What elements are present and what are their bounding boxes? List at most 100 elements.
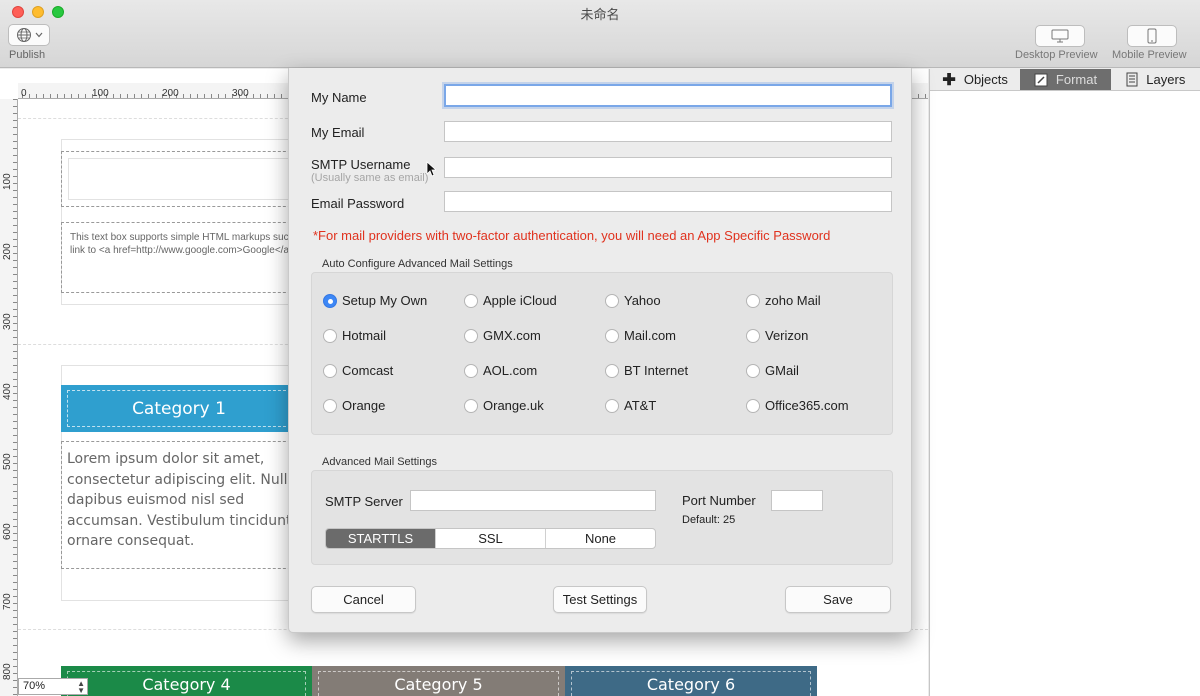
radio-icon xyxy=(605,328,619,343)
tab-label: Layers xyxy=(1146,72,1186,87)
lorem-line: ornare consequat. xyxy=(67,533,195,549)
radio-bt-internet[interactable]: BT Internet xyxy=(605,363,688,378)
publish-button[interactable] xyxy=(8,24,50,46)
radio-label: AT&T xyxy=(624,398,657,413)
radio-icon xyxy=(323,363,337,378)
ruler-tick-label: 600 xyxy=(2,523,13,540)
lorem-line: consectetur adipiscing elit. Nullam xyxy=(67,471,292,488)
cancel-button[interactable]: Cancel xyxy=(311,586,416,613)
my-name-label: My Name xyxy=(311,90,367,105)
tab-format[interactable]: Format xyxy=(1020,69,1111,90)
port-number-input[interactable] xyxy=(771,490,823,511)
security-segmented-control: STARTTLS SSL None xyxy=(325,528,656,549)
radio-label: Hotmail xyxy=(342,328,387,343)
radio-att[interactable]: AT&T xyxy=(605,398,656,413)
brush-icon xyxy=(1034,73,1048,86)
radio-comcast[interactable]: Comcast xyxy=(323,363,393,378)
radio-icon xyxy=(464,328,478,343)
mouse-pointer-icon xyxy=(426,161,436,177)
my-email-input[interactable] xyxy=(444,121,892,142)
radio-icon xyxy=(464,293,478,308)
radio-label: Orange xyxy=(342,398,386,413)
smtp-username-input[interactable] xyxy=(444,157,892,178)
zoom-value: 70% xyxy=(23,680,46,692)
ruler-tick-label: 300 xyxy=(232,88,249,99)
stepper-arrows-icon: ▲ ▼ xyxy=(77,679,85,695)
desktop-preview-button[interactable] xyxy=(1035,25,1085,47)
radio-icon xyxy=(464,363,478,378)
plus-icon: ✚ xyxy=(942,71,956,89)
ruler-tick-label: 100 xyxy=(2,173,13,190)
header-inner-box[interactable] xyxy=(68,158,293,200)
radio-zoho-mail[interactable]: zoho Mail xyxy=(746,293,821,308)
smtp-server-label: SMTP Server xyxy=(325,494,403,509)
radio-label: Verizon xyxy=(765,328,809,343)
category-4-title: Category 4 xyxy=(67,671,306,696)
advanced-group xyxy=(311,470,893,565)
smtp-server-input[interactable] xyxy=(410,490,656,511)
segment-ssl[interactable]: SSL xyxy=(435,529,545,548)
category-6-banner[interactable]: Category 6 xyxy=(565,666,817,696)
radio-label: BT Internet xyxy=(624,363,689,378)
radio-label: Setup My Own xyxy=(342,293,428,308)
my-name-input[interactable] xyxy=(444,84,892,107)
radio-hotmail[interactable]: Hotmail xyxy=(323,328,386,343)
segment-starttls[interactable]: STARTTLS xyxy=(326,529,435,548)
radio-label: Mail.com xyxy=(624,328,677,343)
radio-gmail[interactable]: GMail xyxy=(746,363,799,378)
radio-orange-uk[interactable]: Orange.uk xyxy=(464,398,544,413)
radio-icon xyxy=(746,328,760,343)
radio-setup-my-own[interactable]: Setup My Own xyxy=(323,293,427,308)
radio-apple-icloud[interactable]: Apple iCloud xyxy=(464,293,557,308)
monitor-icon xyxy=(1051,29,1069,43)
radio-orange[interactable]: Orange xyxy=(323,398,385,413)
email-password-input[interactable] xyxy=(444,191,892,212)
text-box-line: This text box supports simple HTML marku… xyxy=(70,232,295,243)
radio-selected-icon xyxy=(323,293,337,308)
radio-yahoo[interactable]: Yahoo xyxy=(605,293,661,308)
ruler-tick-label: 300 xyxy=(2,313,13,330)
radio-icon xyxy=(323,328,337,343)
radio-icon xyxy=(746,398,760,413)
radio-verizon[interactable]: Verizon xyxy=(746,328,808,343)
category-4-banner[interactable]: Category 4 xyxy=(61,666,312,696)
text-box[interactable]: This text box supports simple HTML marku… xyxy=(61,222,301,293)
smtp-username-hint: (Usually same as email) xyxy=(311,172,429,184)
tab-objects[interactable]: ✚ Objects xyxy=(930,69,1020,90)
radio-label: Apple iCloud xyxy=(483,293,557,308)
test-settings-button[interactable]: Test Settings xyxy=(553,586,647,613)
ruler-tick-label: 800 xyxy=(2,663,13,680)
tab-label: Format xyxy=(1055,72,1098,87)
desktop-preview-label: Desktop Preview xyxy=(1015,49,1098,61)
segment-none[interactable]: None xyxy=(545,529,655,548)
lorem-line: dapibus euismod nisl sed xyxy=(67,492,245,508)
radio-gmx[interactable]: GMX.com xyxy=(464,328,541,343)
category-1-banner[interactable]: Category 1 xyxy=(61,385,291,432)
tab-layers[interactable]: Layers xyxy=(1111,69,1200,90)
radio-aol[interactable]: AOL.com xyxy=(464,363,537,378)
mobile-preview-button[interactable] xyxy=(1127,25,1177,47)
radio-icon xyxy=(605,363,619,378)
radio-mail-com[interactable]: Mail.com xyxy=(605,328,676,343)
save-button[interactable]: Save xyxy=(785,586,891,613)
radio-icon xyxy=(605,398,619,413)
radio-label: GMX.com xyxy=(483,328,541,343)
radio-icon xyxy=(323,398,337,413)
guide-line xyxy=(18,344,308,345)
category-5-title: Category 5 xyxy=(318,671,559,696)
port-number-label: Port Number xyxy=(682,493,756,508)
email-password-label: Email Password xyxy=(311,196,405,211)
radio-label: Comcast xyxy=(342,363,394,378)
globe-icon xyxy=(16,28,31,42)
inspector-tabs: ✚ Objects Format Layers xyxy=(930,69,1200,91)
radio-office365[interactable]: Office365.com xyxy=(746,398,849,413)
window-title: 未命名 xyxy=(580,7,620,22)
smtp-username-label: SMTP Username xyxy=(311,157,411,172)
text-box-line: link to <a href=http://www.google.com>Go… xyxy=(70,245,295,256)
layers-icon xyxy=(1126,72,1138,87)
radio-label: GMail xyxy=(765,363,799,378)
phone-icon xyxy=(1147,28,1157,44)
category-5-banner[interactable]: Category 5 xyxy=(312,666,565,696)
zoom-select[interactable]: 70% ▲ ▼ xyxy=(18,678,88,695)
lorem-line: accumsan. Vestibulum tincidunt xyxy=(67,512,292,529)
